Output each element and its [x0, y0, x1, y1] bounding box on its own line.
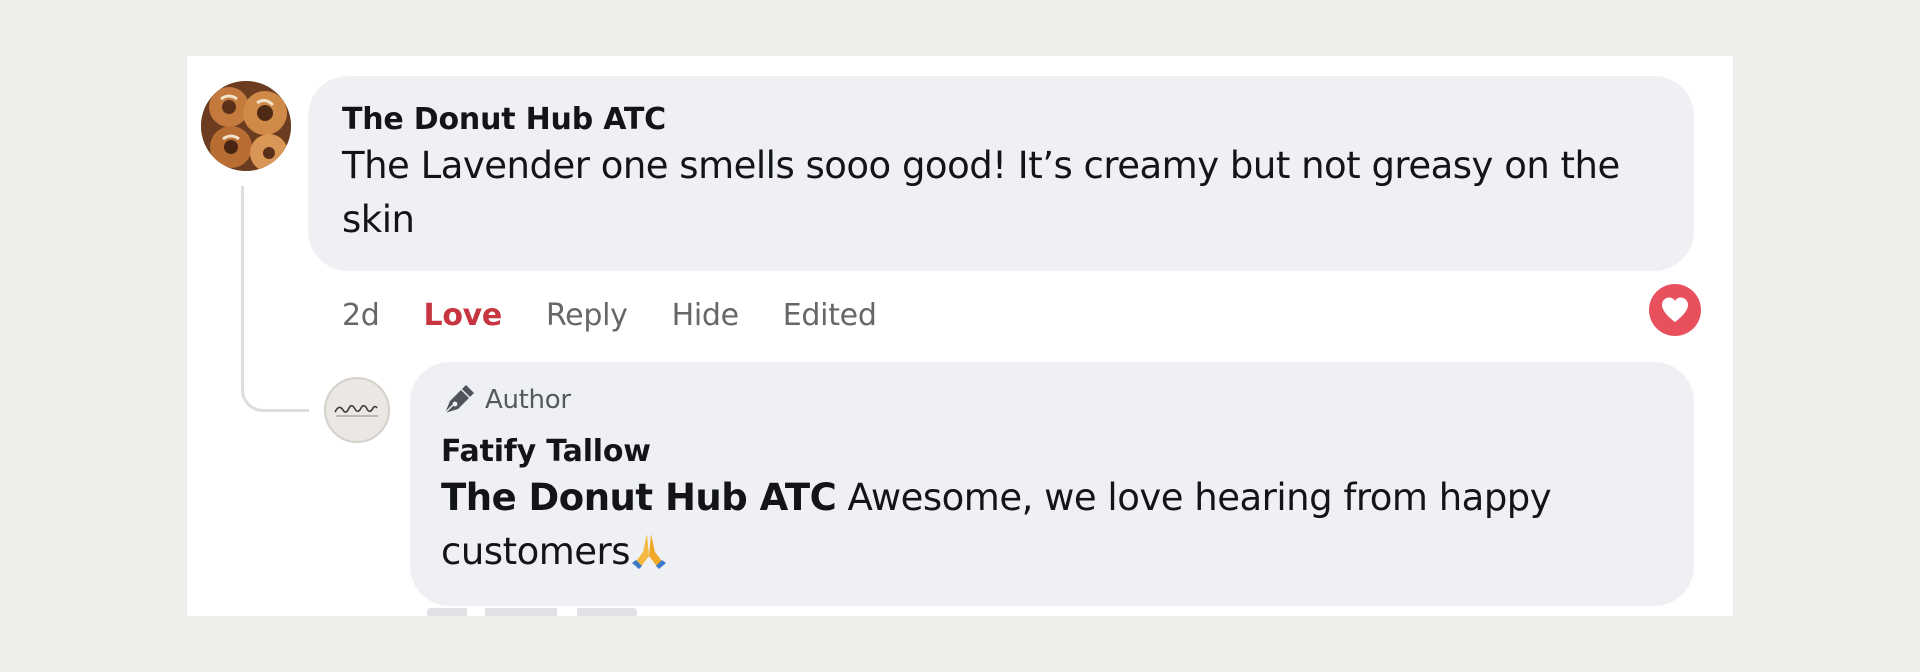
love-reaction-button[interactable]: Love — [424, 298, 503, 333]
donut-photo-icon — [201, 81, 291, 171]
comment-bubble: The Donut Hub ATC The Lavender one smell… — [308, 76, 1694, 271]
brand-logo-icon — [334, 404, 378, 417]
author-badge: Author — [441, 382, 1664, 418]
comment-author-name[interactable]: The Donut Hub ATC — [342, 101, 1664, 139]
reply-actions-row-partial — [427, 608, 637, 616]
mention-tag[interactable]: The Donut Hub ATC — [441, 476, 837, 519]
heart-icon — [1662, 297, 1688, 322]
hide-button[interactable]: Hide — [672, 298, 740, 333]
reply-button[interactable]: Reply — [546, 298, 628, 333]
thread-connector-line — [241, 186, 309, 412]
reaction-count-badge[interactable] — [1649, 284, 1701, 336]
reply-author-name[interactable]: Fatify Tallow — [441, 433, 1664, 471]
folded-hands-emoji — [630, 530, 668, 585]
avatar[interactable] — [201, 81, 291, 171]
edited-label[interactable]: Edited — [783, 298, 877, 333]
comment-text: The Lavender one smells sooo good! It’s … — [342, 144, 1620, 241]
pen-icon — [444, 385, 474, 414]
author-badge-label: Author — [485, 385, 571, 415]
reply-author-avatar[interactable] — [324, 377, 390, 443]
comment-actions-row: 2d Love Reply Hide Edited — [342, 290, 921, 340]
comment-timestamp[interactable]: 2d — [342, 298, 380, 333]
reply-bubble: Author Fatify Tallow The Donut Hub ATC A… — [410, 362, 1694, 606]
reply-text: The Donut Hub ATC Awesome, we love heari… — [441, 471, 1664, 585]
comment-thread-card: The Donut Hub ATC The Lavender one smell… — [187, 56, 1733, 616]
